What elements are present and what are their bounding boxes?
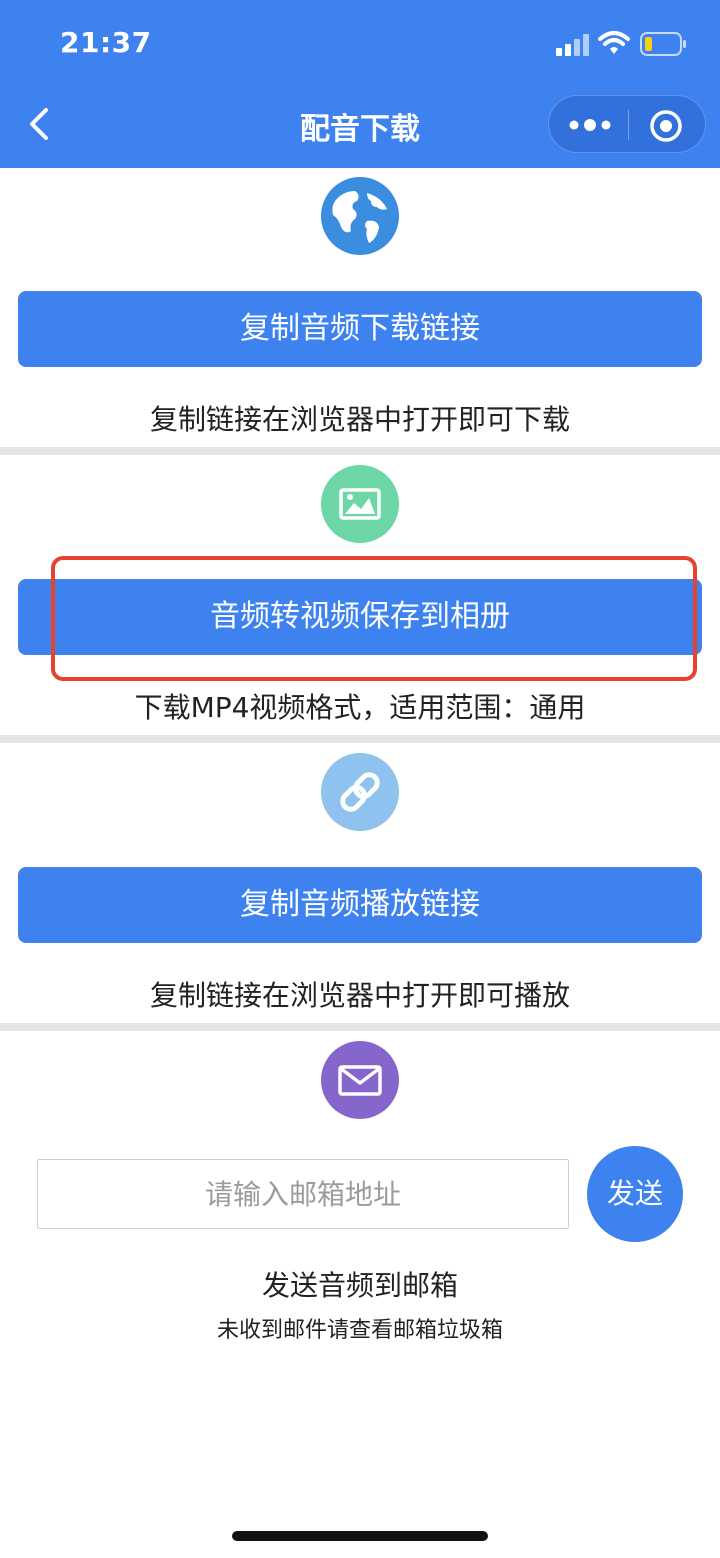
globe-icon [321, 177, 399, 255]
battery-icon [640, 32, 686, 56]
section-divider [0, 447, 720, 455]
section-divider [0, 1023, 720, 1031]
mail-icon [321, 1041, 399, 1119]
email-input[interactable] [37, 1159, 569, 1229]
capsule-divider [628, 110, 629, 140]
copy-play-link-button[interactable]: 复制音频播放链接 [18, 867, 702, 943]
signal-icon [556, 34, 589, 56]
send-button[interactable]: 发送 [587, 1146, 683, 1242]
home-indicator [232, 1531, 488, 1541]
download-caption: 复制链接在浏览器中打开即可下载 [149, 403, 570, 436]
status-time: 21:37 [60, 26, 152, 59]
image-icon [321, 465, 399, 543]
link-icon [321, 753, 399, 831]
highlight-box [51, 556, 697, 681]
wifi-icon [598, 31, 630, 54]
capsule-menu [548, 95, 706, 153]
play-caption: 复制链接在浏览器中打开即可播放 [149, 979, 570, 1012]
more-icon[interactable] [567, 112, 613, 138]
section-divider [0, 735, 720, 743]
close-miniprogram-icon[interactable] [649, 109, 683, 143]
email-hint: 未收到邮件请查看邮箱垃圾箱 [216, 1318, 503, 1343]
video-caption: 下载MP4视频格式，适用范围：通用 [134, 691, 586, 724]
copy-download-link-button[interactable]: 复制音频下载链接 [18, 291, 702, 367]
header: 21:37 配音下载 [0, 0, 720, 168]
email-caption: 发送音频到邮箱 [261, 1269, 458, 1302]
